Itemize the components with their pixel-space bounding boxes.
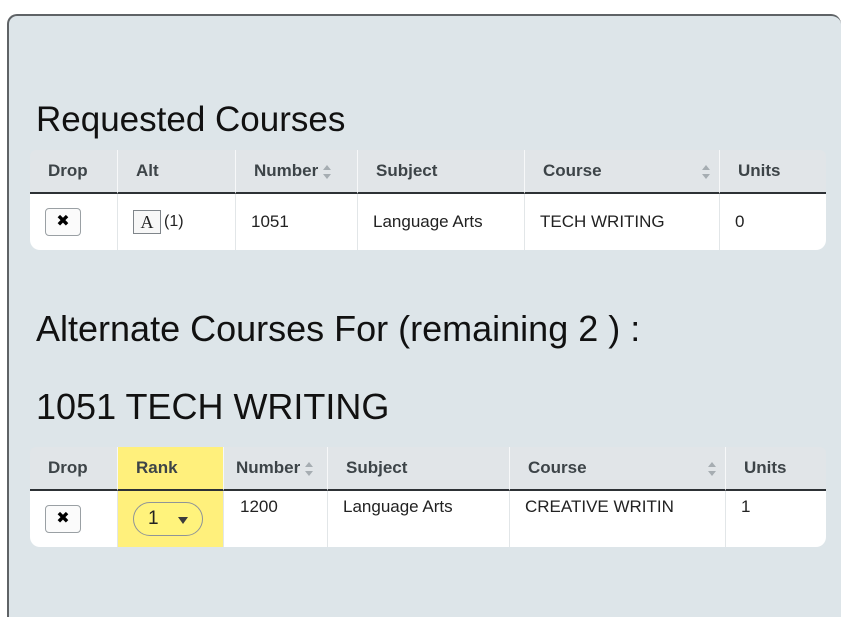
drop-cell: ✖ <box>30 194 118 250</box>
close-icon: ✖ <box>56 213 70 230</box>
sort-icon[interactable] <box>323 164 332 179</box>
alternate-courses-table: Drop Rank Number Subject Course Units ✖ … <box>30 447 826 547</box>
close-icon: ✖ <box>56 510 70 527</box>
sort-icon[interactable] <box>708 462 717 476</box>
column-header-number[interactable]: Number <box>236 150 358 194</box>
subject-cell: Language Arts <box>328 491 510 547</box>
table-row: ✖ A (1) 1051 Language Arts TECH WRITING 0 <box>30 194 826 250</box>
alternate-count: (1) <box>164 213 184 230</box>
column-header-alt: Alt <box>118 150 236 194</box>
rank-cell: 1 <box>118 491 224 547</box>
column-header-course[interactable]: Course <box>510 447 726 491</box>
caret-down-icon <box>178 517 188 524</box>
rank-value: 1 <box>148 508 159 529</box>
column-header-units: Units <box>726 447 826 491</box>
column-header-course[interactable]: Course <box>525 150 720 194</box>
requested-courses-heading: Requested Courses <box>36 100 346 139</box>
alternate-courses-heading: Alternate Courses For (remaining 2 ) : <box>36 308 641 349</box>
table-header-row: Drop Alt Number Subject Course Units <box>30 150 826 194</box>
column-header-rank: Rank <box>118 447 224 491</box>
column-header-subject: Subject <box>328 447 510 491</box>
column-header-units: Units <box>720 150 826 194</box>
course-cell: CREATIVE WRITIN <box>510 491 726 547</box>
course-cell: TECH WRITING <box>525 194 720 250</box>
units-cell: 0 <box>720 194 826 250</box>
column-header-number[interactable]: Number <box>224 447 328 491</box>
subject-cell: Language Arts <box>358 194 525 250</box>
alt-cell: A (1) <box>118 194 236 250</box>
drop-alternate-button[interactable]: ✖ <box>45 505 81 533</box>
sort-icon[interactable] <box>702 165 711 179</box>
column-header-subject: Subject <box>358 150 525 194</box>
rank-select[interactable]: 1 <box>133 502 203 536</box>
alternate-courses-button[interactable]: A <box>133 210 161 234</box>
column-header-drop: Drop <box>30 447 118 491</box>
table-header-row: Drop Rank Number Subject Course Units <box>30 447 826 491</box>
table-row: ✖ 1 1200 Language Arts CREATIVE WRITIN 1 <box>30 491 826 547</box>
column-header-drop: Drop <box>30 150 118 194</box>
drop-course-button[interactable]: ✖ <box>45 208 81 236</box>
requested-courses-table: Drop Alt Number Subject Course Units ✖ A… <box>30 150 826 250</box>
number-cell: 1200 <box>224 491 328 547</box>
drop-cell: ✖ <box>30 491 118 547</box>
units-cell: 1 <box>726 491 826 547</box>
alternate-course-title: 1051 TECH WRITING <box>36 386 390 427</box>
sort-icon[interactable] <box>305 461 314 476</box>
number-cell: 1051 <box>236 194 358 250</box>
